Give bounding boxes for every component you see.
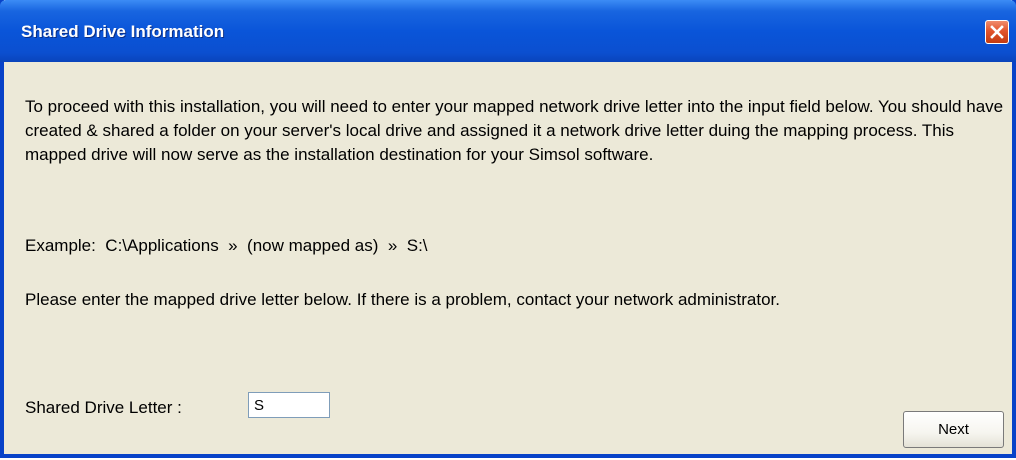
drive-letter-label: Shared Drive Letter : <box>25 398 182 417</box>
example-text: Example: C:\Applications » (now mapped a… <box>25 236 428 255</box>
dialog-window: Shared Drive Information To proceed with… <box>0 0 1016 458</box>
next-button[interactable]: Next <box>903 411 1004 448</box>
close-button[interactable] <box>985 20 1009 44</box>
window-title: Shared Drive Information <box>21 22 225 41</box>
drive-letter-input[interactable] <box>248 392 330 418</box>
instructions-text: To proceed with this installation, you w… <box>25 97 1004 164</box>
close-icon <box>990 25 1004 39</box>
prompt-text: Please enter the mapped drive letter bel… <box>25 290 780 309</box>
title-bar[interactable]: Shared Drive Information <box>0 0 1016 62</box>
dialog-content: To proceed with this installation, you w… <box>4 62 1012 454</box>
